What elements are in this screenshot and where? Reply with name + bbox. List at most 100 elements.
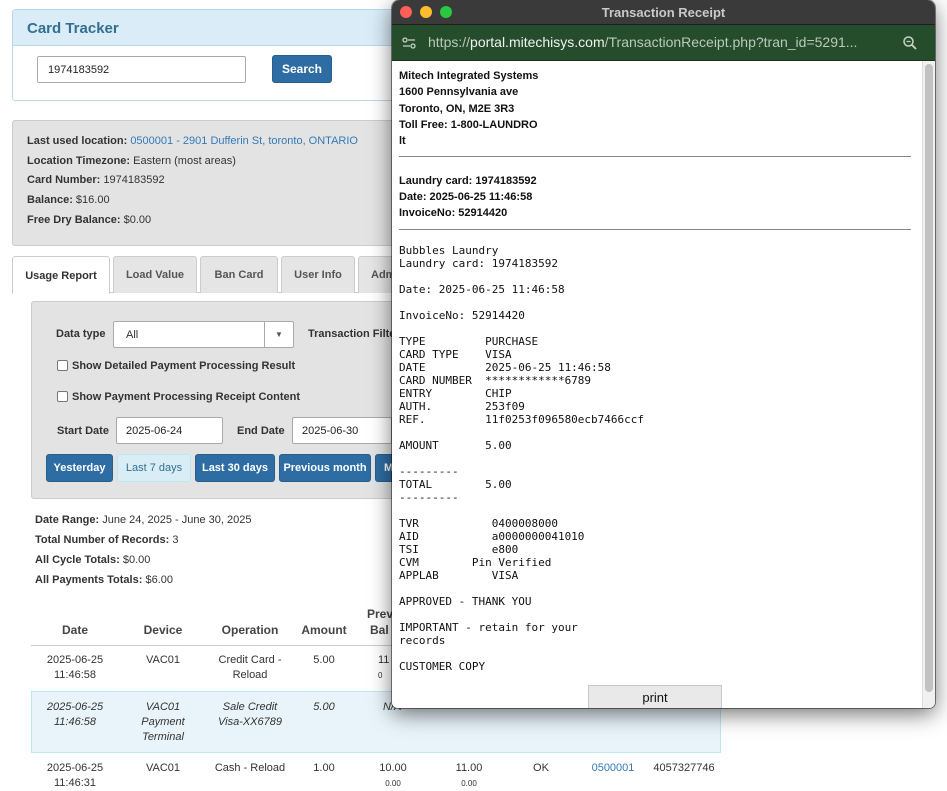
row1-date-text: 2025-06-25 <box>46 654 104 666</box>
free-dry-label: Free Dry Balance: <box>27 214 121 226</box>
row2-device2-text: Payment <box>141 716 185 728</box>
row3-balance: 11.00 0.00 <box>444 761 494 791</box>
scrollbar-thumb[interactable] <box>925 64 933 692</box>
row1-amount: 5.00 <box>313 654 335 666</box>
row3-bal2-text: 0.00 <box>461 779 477 788</box>
free-dry-value: $0.00 <box>123 214 152 226</box>
row2-date-text: 2025-06-25 <box>46 701 104 713</box>
end-date-input[interactable]: 2025-06-30 <box>292 417 392 444</box>
row2-date: 2025-06-25 11:46:58 <box>40 700 110 730</box>
url-prefix: https:// <box>428 34 471 50</box>
row1-device: VAC01 <box>145 654 181 666</box>
col-header-amount: Amount <box>301 623 347 637</box>
date-range-summary: Date Range: June 24, 2025 - June 30, 202… <box>35 514 251 526</box>
row1-prev2-text: 0 <box>378 671 383 680</box>
last-location-row: Last used location: 0500001 - 2901 Duffe… <box>27 135 358 147</box>
row3-date-text: 2025-06-25 <box>46 762 104 774</box>
url-path: /TransactionReceipt.php?tran_id=5291... <box>604 34 858 50</box>
cycle-label: All Cycle Totals: <box>35 554 120 566</box>
show-detailed-checkbox[interactable] <box>57 360 68 371</box>
company-address: 1600 Pennsylvania ave <box>399 86 519 98</box>
receipt-divider <box>399 156 911 157</box>
col-header-date: Date <box>61 623 88 637</box>
window-title: Transaction Receipt <box>601 5 726 20</box>
row3-invoice: 4057327746 <box>653 762 715 774</box>
last-location-link[interactable]: 0500001 - 2901 Dufferin St, toronto, ONT… <box>130 135 358 147</box>
row1-prev-text: 11 <box>378 654 390 666</box>
date-range-label: Date Range: <box>35 514 100 526</box>
window-titlebar[interactable]: Transaction Receipt <box>392 0 935 25</box>
row2-device3-text: Terminal <box>142 731 184 743</box>
row3-location-link[interactable]: 0500001 <box>586 761 640 776</box>
zoom-magnifier-icon[interactable] <box>902 35 918 51</box>
balance-label: Balance: <box>27 194 73 206</box>
row2-op1: Sale Credit <box>222 701 278 713</box>
tab-usage-report[interactable]: Usage Report <box>12 256 110 294</box>
receipt-scrollbar[interactable] <box>922 61 935 708</box>
row1-operation: Credit Card - Reload <box>210 653 290 683</box>
range-last-7-days-button[interactable]: Last 7 days <box>117 454 191 482</box>
card-number-label: Card Number: <box>27 174 101 186</box>
date-range-value: June 24, 2025 - June 30, 2025 <box>102 514 252 526</box>
start-date-input[interactable]: 2025-06-24 <box>116 417 223 444</box>
timezone-row: Location Timezone: Eastern (most areas) <box>27 155 236 167</box>
col-header-device: Device <box>143 623 183 637</box>
date-header: Date: 2025-06-25 11:46:58 <box>399 191 533 203</box>
show-receipt-checkbox[interactable] <box>57 391 68 402</box>
print-button[interactable]: print <box>588 685 722 708</box>
range-previous-month-button[interactable]: Previous month <box>279 454 371 482</box>
start-date-label: Start Date <box>57 425 109 437</box>
range-last-30-days-button[interactable]: Last 30 days <box>195 454 275 482</box>
range-yesterday-button[interactable]: Yesterday <box>46 454 113 482</box>
tab-load-value[interactable]: Load Value <box>113 256 197 293</box>
company-name: Mitech Integrated Systems <box>399 70 539 82</box>
balance-value: $16.00 <box>75 194 110 206</box>
show-receipt-label: Show Payment Processing Receipt Content <box>72 391 300 403</box>
row2-time-text: 11:46:58 <box>53 716 96 728</box>
row1-time-text: 11:46:58 <box>53 669 96 681</box>
company-extra: lt <box>399 135 406 147</box>
transaction-receipt-window[interactable]: Transaction Receipt https://portal.mitec… <box>392 0 935 708</box>
company-city: Toronto, ON, M2E 3R3 <box>399 103 515 115</box>
search-button[interactable]: Search <box>272 55 332 83</box>
balance-row: Balance: $16.00 <box>27 194 110 206</box>
payments-summary: All Payments Totals: $6.00 <box>35 574 173 586</box>
cycle-value: $0.00 <box>122 554 151 566</box>
row2-operation: Sale Credit Visa-XX6789 <box>210 700 290 730</box>
row2-device: VAC01 Payment Terminal <box>133 700 193 745</box>
url-text[interactable]: https://portal.mitechisys.com/Transactio… <box>428 34 888 50</box>
tab-ban-card[interactable]: Ban Card <box>200 256 278 293</box>
site-settings-icon[interactable] <box>402 37 416 49</box>
card-search-input[interactable] <box>37 56 246 83</box>
row2-device-text: VAC01 <box>145 701 181 713</box>
data-type-select[interactable]: All ▼ <box>113 321 294 348</box>
row1-date: 2025-06-25 11:46:58 <box>40 653 110 683</box>
row1-prev: 11 0 <box>378 653 392 683</box>
records-summary: Total Number of Records: 3 <box>35 534 178 546</box>
row3-time-text: 11:46:31 <box>53 777 96 789</box>
row3-operation: Cash - Reload <box>214 762 286 774</box>
payments-value: $6.00 <box>145 574 173 586</box>
tab-user-info[interactable]: User Info <box>281 256 355 293</box>
row3-prev2-text: 0.00 <box>385 779 401 788</box>
free-dry-row: Free Dry Balance: $0.00 <box>27 214 151 226</box>
receipt-body-text: Bubbles Laundry Laundry card: 1974183592… <box>399 244 645 673</box>
transaction-filter-label: Transaction Filte <box>308 328 396 340</box>
row3-bal-text: 11.00 <box>455 762 483 774</box>
row3-status: OK <box>533 762 549 774</box>
card-number-value: 1974183592 <box>103 174 165 186</box>
data-type-value: All <box>126 329 139 341</box>
timezone-value: Eastern (most areas) <box>133 155 236 167</box>
end-date-label: End Date <box>237 425 285 437</box>
invoice-header: InvoiceNo: 52914420 <box>399 207 508 219</box>
row3-device: VAC01 <box>145 762 181 774</box>
page-title: Card Tracker <box>27 20 119 37</box>
url-domain: portal.mitechisys.com <box>470 34 605 50</box>
url-bar[interactable]: https://portal.mitechisys.com/Transactio… <box>392 25 935 61</box>
row3-amount: 1.00 <box>313 762 335 774</box>
receipt-divider <box>399 229 911 230</box>
row1-op2: Reload <box>232 669 268 681</box>
receipt-content: Mitech Integrated Systems 1600 Pennsylva… <box>392 61 922 708</box>
chevron-down-icon: ▼ <box>264 322 293 347</box>
row3-date: 2025-06-25 11:46:31 <box>40 761 110 791</box>
